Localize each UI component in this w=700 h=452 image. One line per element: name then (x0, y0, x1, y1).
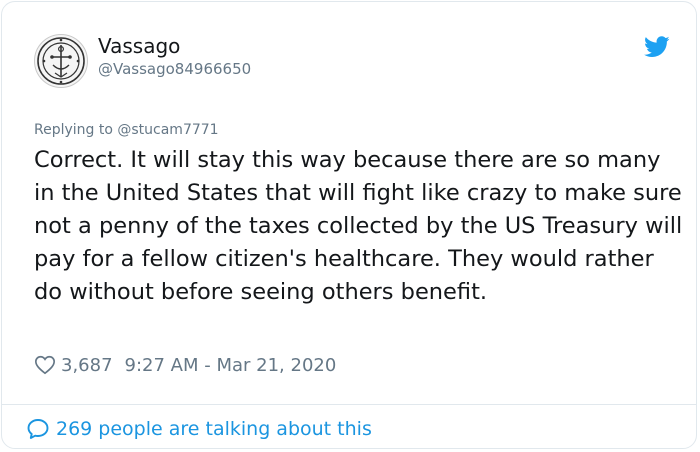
replying-to[interactable]: Replying to @stucam7771 (34, 122, 219, 138)
timestamp[interactable]: 9:27 AM - Mar 21, 2020 (125, 355, 337, 376)
tweet-text: Correct. It will stay this way because t… (34, 147, 683, 305)
tweet-meta: 3,687 9:27 AM - Mar 21, 2020 (34, 352, 336, 378)
tweet-card: Vassago @Vassago84966650 Replying to @st… (1, 1, 697, 449)
heart-icon[interactable] (34, 354, 56, 376)
divider (2, 404, 696, 405)
like-count[interactable]: 3,687 (61, 355, 113, 376)
talking-text[interactable]: 269 people are talking about this (56, 418, 372, 440)
twitter-bird-icon[interactable] (644, 36, 670, 58)
user-handle[interactable]: @Vassago84966650 (98, 60, 251, 78)
sigil-avatar-icon (37, 37, 85, 85)
display-name[interactable]: Vassago (98, 34, 180, 58)
speech-bubble-icon (27, 419, 49, 439)
avatar[interactable] (34, 34, 88, 88)
conversation-link[interactable]: 269 people are talking about this (26, 416, 372, 442)
